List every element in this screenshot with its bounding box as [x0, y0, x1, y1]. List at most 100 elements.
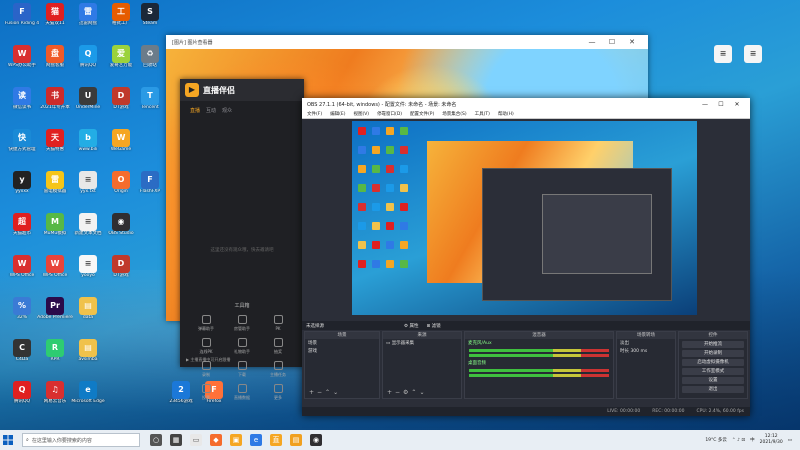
tool-item[interactable]: 弹幕助手: [188, 315, 224, 332]
desktop-icon[interactable]: Q 腾讯QQ: [70, 45, 106, 83]
taskbar-app-icon[interactable]: ◆: [210, 434, 222, 446]
source-item[interactable]: ▭ 显示器采集: [383, 339, 461, 347]
desktop-icon[interactable]: Pr Adobe Premiere: [37, 297, 73, 335]
obs-preview[interactable]: [352, 121, 697, 315]
tool-item[interactable]: 录制: [188, 361, 224, 378]
taskbar-app-icon[interactable]: ○: [150, 434, 162, 446]
maximize-button[interactable]: ☐: [602, 38, 622, 46]
tool-item[interactable]: 下载: [224, 361, 260, 378]
menu-item[interactable]: 视图(V): [353, 111, 369, 117]
clock[interactable]: 12:12 2021/9/30: [760, 434, 783, 446]
menu-item[interactable]: 停靠窗口(D): [377, 111, 402, 117]
filters-button[interactable]: ⊞ 滤镜: [426, 323, 440, 329]
menu-item[interactable]: 工具(T): [475, 111, 490, 117]
notification-icon[interactable]: ▭: [788, 438, 792, 443]
desktop-icon[interactable]: Q 腾讯QQ: [4, 381, 40, 419]
taskbar-app-icon[interactable]: ▦: [170, 434, 182, 446]
close-button[interactable]: ✕: [729, 101, 745, 108]
desktop-icon[interactable]: % 32%: [4, 297, 40, 335]
obs-titlebar[interactable]: OBS 27.1.1 (64-bit, windows) - 配置文件: 未命名…: [302, 98, 750, 110]
control-button[interactable]: 开始录制: [682, 350, 744, 357]
taskbar-app-icon[interactable]: ▤: [290, 434, 302, 446]
desktop-icon[interactable]: 雷迅雷网盘: [70, 3, 106, 41]
desktop-icon[interactable]: 盘网盘客服: [37, 45, 73, 83]
taskbar-app-icon[interactable]: ◉: [310, 434, 322, 446]
weather-widget[interactable]: 19°C 多云: [705, 437, 727, 443]
desktop-icon[interactable]: ▤ data: [70, 297, 106, 335]
tool-item[interactable]: 主播任务: [260, 361, 296, 378]
taskbar-app-icon[interactable]: 直: [270, 434, 282, 446]
tray-icons[interactable]: ⌃ ♪ ⊡: [732, 438, 745, 443]
close-button[interactable]: ✕: [622, 38, 642, 46]
scene-item[interactable]: 场景: [305, 339, 379, 347]
desktop-icon[interactable]: W WPS Office: [4, 255, 40, 293]
live-assistant-window[interactable]: ▶ 直播伴侣 直播 互动 观众 这里还没有观众哦，快去邀请吧 工具箱 弹幕助手 房…: [180, 79, 304, 400]
desktop-icon[interactable]: R RPR: [37, 339, 73, 377]
taskbar-search[interactable]: ⌕ 在这里输入你要搜索的内容: [22, 433, 140, 447]
tool-item[interactable]: 连线PK: [188, 338, 224, 355]
desktop-icon[interactable]: 猫天猫双11: [37, 3, 73, 41]
maximize-button[interactable]: ☐: [713, 101, 729, 108]
tool-item[interactable]: 房管助手: [224, 315, 260, 332]
transitions-dock[interactable]: 场景转场 淡出 时长 300 ms: [616, 331, 676, 399]
desktop-icon[interactable]: 雷雷电模拟器: [37, 171, 73, 209]
desktop-icon[interactable]: b www.bili: [70, 129, 106, 167]
desktop-icon[interactable]: 快快捷方式管理: [4, 129, 40, 167]
source-controls[interactable]: +−⚙⌃⌄: [387, 389, 428, 396]
desktop-icon[interactable]: U UnderMine: [70, 87, 106, 125]
desktop-icon[interactable]: F Fusion Riding 4: [4, 3, 40, 41]
minimize-button[interactable]: —: [582, 38, 602, 46]
desktop-icon[interactable]: ≡ 新建文本文档: [70, 213, 106, 251]
desktop-icon[interactable]: ≡ yooyo: [70, 255, 106, 293]
tab-interact[interactable]: 互动: [206, 107, 216, 114]
audio-mixer-dock[interactable]: 混音器 麦克风/Aux 桌面音频: [464, 331, 614, 399]
taskbar-app-icon[interactable]: ▣: [230, 434, 242, 446]
controls-dock[interactable]: 控件 开始推流 开始录制 启动虚拟摄像机 工作室模式 设置 退出: [678, 331, 748, 399]
photo-viewer-titlebar[interactable]: [图片] 图片查看器 — ☐ ✕: [166, 35, 648, 49]
desktop-icon[interactable]: 读微信读书: [4, 87, 40, 125]
control-button[interactable]: 工作室模式: [682, 368, 744, 375]
desktop-icon[interactable]: ♻ 回收站: [132, 45, 168, 83]
scene-item[interactable]: 游戏: [305, 347, 379, 355]
menu-item[interactable]: 场景集合(S): [442, 111, 466, 117]
taskbar-app-icon[interactable]: ▭: [190, 434, 202, 446]
transition-duration[interactable]: 时长 300 ms: [617, 347, 675, 355]
desktop-icon[interactable]: ♫ 网易云音乐: [37, 381, 73, 419]
control-button[interactable]: 设置: [682, 377, 744, 384]
tool-item[interactable]: 更多: [260, 384, 296, 401]
desktop-icon[interactable]: 超天猫超市: [4, 213, 40, 251]
scene-controls[interactable]: +−⌃⌄: [309, 389, 341, 396]
tab-audience[interactable]: 观众: [222, 107, 232, 114]
transition-type-select[interactable]: 淡出: [617, 339, 675, 347]
tool-item[interactable]: 投票: [188, 384, 224, 401]
tab-live[interactable]: 直播: [190, 107, 200, 114]
desktop-icon[interactable]: 天天猫特惠: [37, 129, 73, 167]
tool-item[interactable]: 直播数据: [224, 384, 260, 401]
minimize-button[interactable]: —: [697, 101, 713, 108]
taskbar-app-icon[interactable]: e: [250, 434, 262, 446]
obs-window[interactable]: OBS 27.1.1 (64-bit, windows) - 配置文件: 未命名…: [302, 98, 750, 416]
tool-item[interactable]: 礼物助手: [224, 338, 260, 355]
desktop-icon[interactable]: W WPS办公助手: [4, 45, 40, 83]
start-button[interactable]: [0, 430, 16, 450]
desktop-icon[interactable]: ≡ yyx.txt: [70, 171, 106, 209]
desktop-icon[interactable]: W WeGame: [103, 129, 139, 167]
desktop-icon[interactable]: D DT游戏: [103, 255, 139, 293]
menu-item[interactable]: 帮助(H): [498, 111, 514, 117]
tool-item[interactable]: 抽奖: [260, 338, 296, 355]
desktop-icon[interactable]: ◉ OBS Studio: [103, 213, 139, 251]
control-button[interactable]: 启动虚拟摄像机: [682, 359, 744, 366]
desktop-icon[interactable]: e Microsoft Edge: [70, 381, 106, 419]
desktop-icon[interactable]: 书 2021年专升本: [37, 87, 73, 125]
control-button[interactable]: 退出: [682, 386, 744, 393]
tool-item[interactable]: PK: [260, 315, 296, 332]
desktop-icon[interactable]: ≡: [735, 45, 771, 83]
menu-item[interactable]: 文件(F): [307, 111, 322, 117]
scenes-dock[interactable]: 场景 场景 游戏 +−⌃⌄: [304, 331, 380, 399]
input-language[interactable]: 中: [750, 437, 755, 443]
desktop-icon[interactable]: y yyxxx: [4, 171, 40, 209]
control-button[interactable]: 开始推流: [682, 341, 744, 348]
menu-item[interactable]: 配置文件(P): [410, 111, 434, 117]
menu-item[interactable]: 编辑(E): [330, 111, 345, 117]
desktop-icon[interactable]: F FlashFXP: [132, 171, 168, 209]
